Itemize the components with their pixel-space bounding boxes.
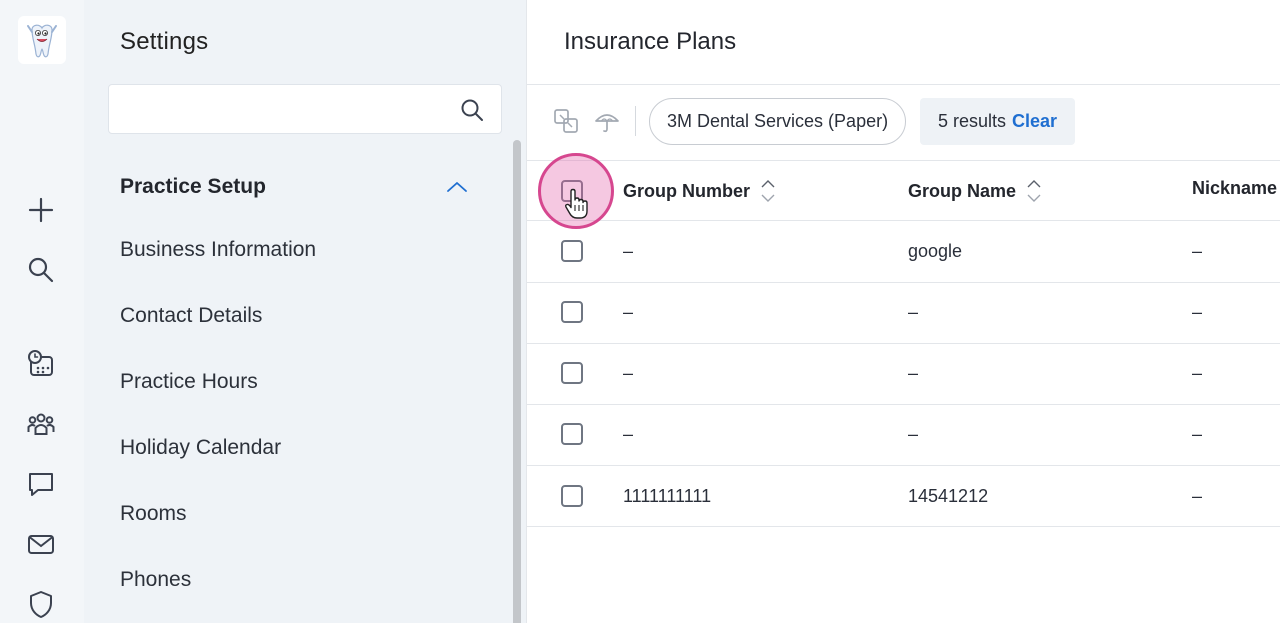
- column-label: Group Number: [623, 180, 751, 201]
- settings-panel: Settings Practice Setup Business Informa…: [84, 0, 526, 623]
- cell-group-number: –: [623, 241, 634, 261]
- settings-search[interactable]: [108, 84, 502, 134]
- practice-setup-section-toggle[interactable]: Practice Setup: [120, 172, 470, 202]
- shield-icon[interactable]: [21, 584, 61, 623]
- page-title: Insurance Plans: [564, 28, 737, 55]
- chat-icon[interactable]: [21, 464, 61, 504]
- header-divider: [527, 84, 1280, 85]
- column-label: Nickname: [1192, 178, 1278, 198]
- cell-group-name: –: [908, 363, 919, 383]
- nav-item-holiday-calendar[interactable]: Holiday Calendar: [120, 436, 281, 460]
- row-divider: [527, 282, 1280, 283]
- row-checkbox[interactable]: [561, 240, 583, 262]
- cell-group-name: 14541212: [908, 486, 989, 506]
- sort-icon[interactable]: [760, 178, 776, 204]
- search-icon[interactable]: [459, 97, 485, 123]
- row-divider: [527, 465, 1280, 466]
- cell-nickname: –: [1192, 241, 1203, 261]
- filter-chip[interactable]: 3M Dental Services (Paper): [649, 98, 907, 145]
- search-icon[interactable]: [21, 250, 61, 290]
- cell-nickname: –: [1192, 302, 1203, 322]
- sort-icon[interactable]: [1026, 178, 1042, 204]
- row-checkbox[interactable]: [561, 301, 583, 323]
- cell-group-number: –: [623, 363, 634, 383]
- cell-nickname: –: [1192, 424, 1203, 444]
- people-icon[interactable]: [21, 404, 61, 444]
- toolbar-separator: [635, 106, 636, 136]
- row-checkbox[interactable]: [561, 485, 583, 507]
- cell-nickname: –: [1192, 363, 1203, 383]
- calendar-clock-icon[interactable]: [21, 344, 61, 384]
- cell-nickname: –: [1192, 486, 1203, 506]
- row-checkbox[interactable]: [561, 362, 583, 384]
- insurance-plans-main: Insurance Plans 3M Dental Services (Pape…: [526, 0, 1280, 623]
- chevron-up-icon: [447, 182, 467, 192]
- settings-search-input[interactable]: [109, 85, 449, 133]
- row-divider: [527, 343, 1280, 344]
- cell-group-number: 1111111111: [623, 486, 712, 506]
- umbrella-icon[interactable]: [591, 105, 623, 137]
- scrollbar-thumb[interactable]: [513, 140, 521, 623]
- cell-group-name: google: [908, 241, 963, 261]
- settings-title: Settings: [120, 28, 209, 55]
- column-header-group-number[interactable]: Group Number: [623, 178, 776, 204]
- column-header-group-name[interactable]: Group Name: [908, 178, 1042, 204]
- clear-filters-link[interactable]: Clear: [1012, 111, 1057, 132]
- row-divider: [527, 526, 1280, 527]
- nav-item-phones[interactable]: Phones: [120, 568, 191, 592]
- mail-icon[interactable]: [21, 524, 61, 564]
- column-label: Group Name: [908, 180, 1017, 201]
- section-label: Practice Setup: [120, 175, 266, 198]
- add-icon[interactable]: [21, 190, 61, 230]
- cell-group-name: –: [908, 302, 919, 322]
- cell-group-number: –: [623, 424, 634, 444]
- row-divider: [527, 404, 1280, 405]
- cell-group-name: –: [908, 424, 919, 444]
- settings-scrollbar[interactable]: [510, 136, 524, 623]
- toolbar-divider: [527, 160, 1280, 161]
- results-summary: 5 results Clear: [920, 98, 1076, 145]
- nav-item-rooms[interactable]: Rooms: [120, 502, 187, 526]
- app-logo[interactable]: [18, 16, 66, 64]
- merge-icon[interactable]: [550, 105, 582, 137]
- left-rail: [0, 0, 84, 623]
- nav-item-contact-details[interactable]: Contact Details: [120, 304, 262, 328]
- nav-item-business-information[interactable]: Business Information: [120, 238, 316, 262]
- row-checkbox[interactable]: [561, 423, 583, 445]
- results-count: 5 results: [938, 111, 1007, 131]
- cell-group-number: –: [623, 302, 634, 322]
- table-header-divider: [527, 220, 1280, 221]
- column-header-nickname[interactable]: Nickname: [1192, 178, 1277, 199]
- nav-item-practice-hours[interactable]: Practice Hours: [120, 370, 258, 394]
- hand-cursor-icon: [564, 188, 588, 219]
